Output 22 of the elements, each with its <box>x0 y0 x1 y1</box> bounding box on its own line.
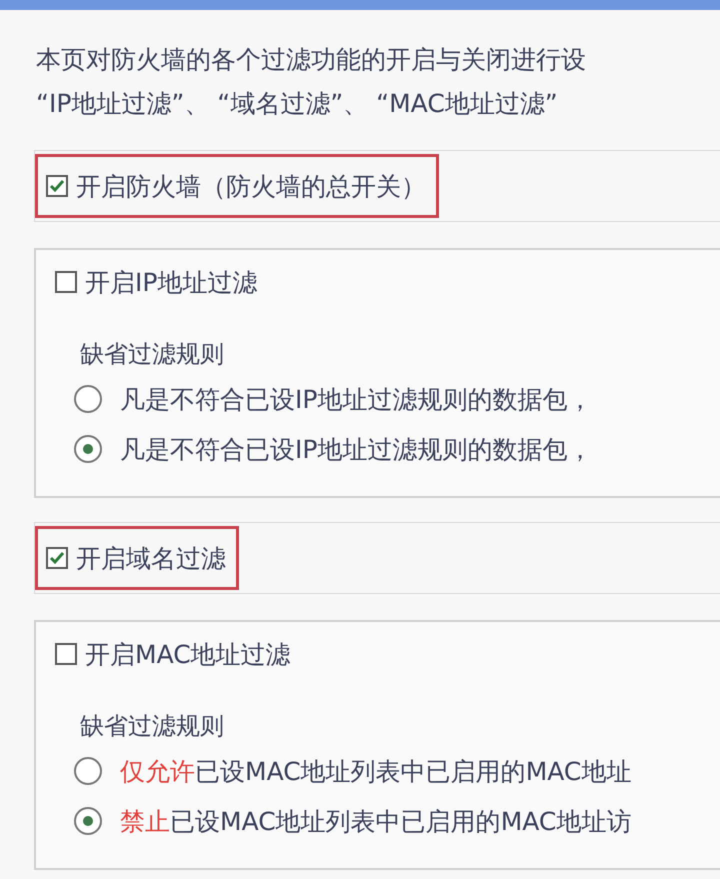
radio-label[interactable]: 禁止已设MAC地址列表中已启用的MAC地址访 <box>120 804 632 838</box>
checkbox-label[interactable]: 开启MAC地址过滤 <box>85 638 291 670</box>
checkbox[interactable] <box>55 271 77 293</box>
checkbox[interactable] <box>46 547 68 569</box>
check-icon <box>49 179 65 193</box>
radio-button[interactable] <box>74 807 102 835</box>
radio-label[interactable]: 凡是不符合已设IP地址过滤规则的数据包， <box>120 382 592 416</box>
checkbox-label[interactable]: 开启域名过滤 <box>76 542 226 574</box>
radio-label[interactable]: 凡是不符合已设IP地址过滤规则的数据包， <box>120 432 592 466</box>
radio-button[interactable] <box>74 435 102 463</box>
checkbox[interactable] <box>55 643 77 665</box>
radio-button[interactable] <box>74 385 102 413</box>
radio-button[interactable] <box>74 757 102 785</box>
checkbox-label[interactable]: 开启IP地址过滤 <box>85 266 258 298</box>
rule-title: 缺省过滤规则 <box>80 711 225 742</box>
check-icon <box>49 551 65 565</box>
radio-label[interactable]: 仅允许已设MAC地址列表中已启用的MAC地址 <box>120 754 632 788</box>
rule-title: 缺省过滤规则 <box>80 339 225 370</box>
checkbox[interactable] <box>46 175 68 197</box>
description-text: “IP地址过滤”、 “域名过滤”、 “MAC地址过滤” <box>36 88 559 120</box>
checkbox-label[interactable]: 开启防火墙（防火墙的总开关） <box>76 170 426 202</box>
description-text: 本页对防火墙的各个过滤功能的开启与关闭进行设 <box>36 44 587 76</box>
